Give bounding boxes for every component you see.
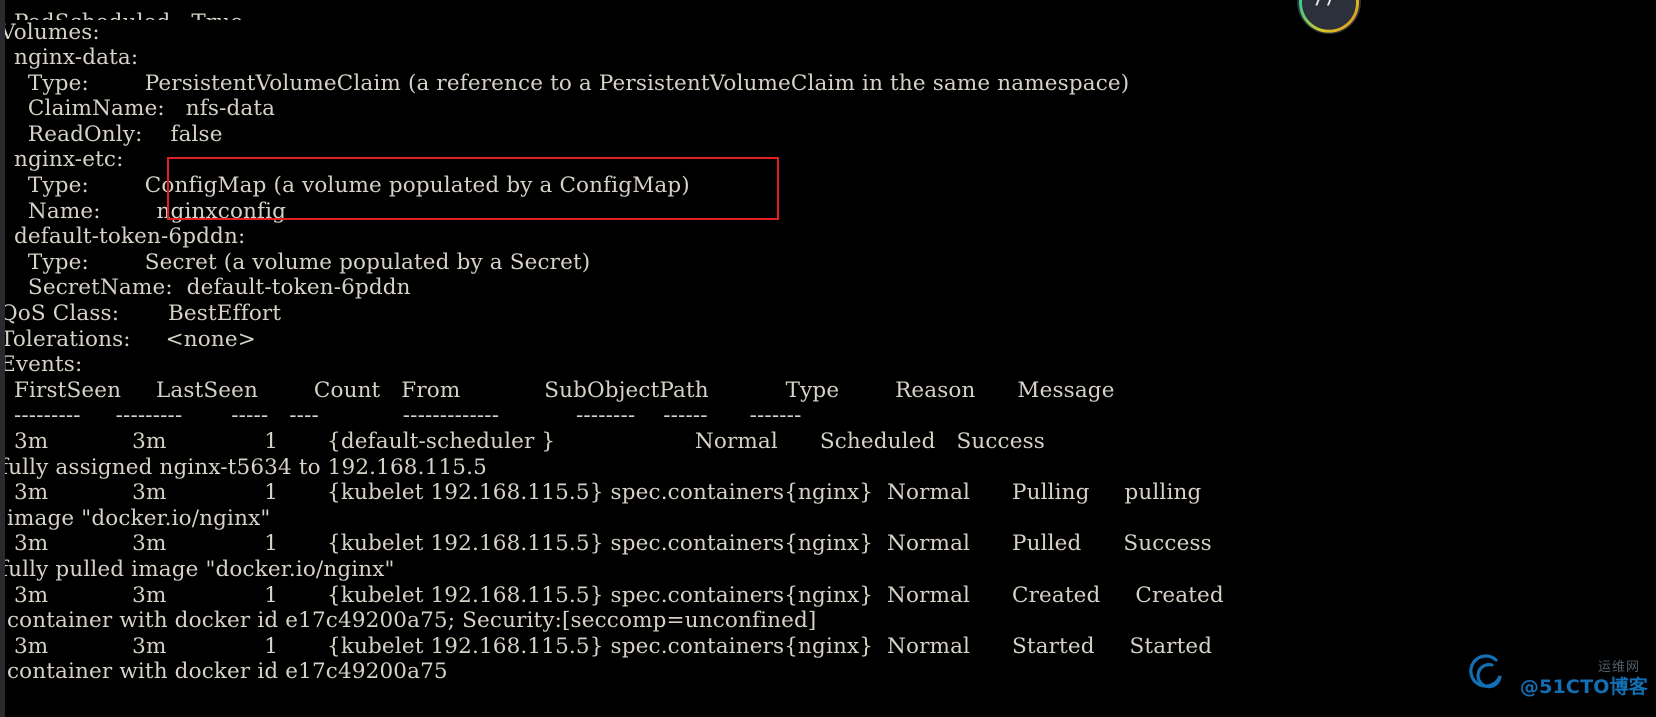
table-row-wrap: fully pulled image "docker.io/nginx" bbox=[0, 556, 395, 582]
console-line-qos-class: QoS Class: BestEffort bbox=[0, 301, 282, 327]
console-line-default-token-secretname: SecretName: default-token-6pddn bbox=[0, 275, 411, 301]
console-line-nginx-data-readonly: ReadOnly: false bbox=[0, 121, 223, 147]
console-line-nginx-etc-name: Name: nginxconfig bbox=[0, 198, 287, 224]
console-line-volume-nginx-etc: nginx-etc: bbox=[0, 147, 124, 173]
console-line: PodScheduled True bbox=[0, 10, 1656, 20]
gauge-unit: % bbox=[1336, 0, 1346, 1]
table-row-wrap: image "docker.io/nginx" bbox=[0, 505, 271, 531]
console-line-nginx-etc-type: Type: ConfigMap (a volume populated by a… bbox=[0, 173, 690, 199]
console-line-volume-default-token: default-token-6pddn: bbox=[0, 224, 246, 250]
gauge-value: 77 bbox=[1312, 0, 1336, 10]
table-row: 3m 3m 1 {kubelet 192.168.115.5} spec.con… bbox=[0, 531, 1212, 557]
gauge-value-label: 77% bbox=[1297, 0, 1361, 10]
console-line-nginx-data-claimname: ClaimName: nfs-data bbox=[0, 96, 276, 122]
console-line-default-token-type: Type: Secret (a volume populated by a Se… bbox=[0, 249, 591, 275]
table-row-wrap: container with docker id e17c49200a75; S… bbox=[0, 608, 817, 634]
terminal-window[interactable]: PodScheduled TrueVolumes: nginx-data: Ty… bbox=[0, 0, 1656, 717]
table-row-wrap: fully assigned nginx-t5634 to 192.168.11… bbox=[0, 454, 487, 480]
events-table-rule-row: --------- --------- ----- ---- ---------… bbox=[0, 403, 802, 429]
terminal-output: PodScheduled TrueVolumes: nginx-data: Ty… bbox=[0, 10, 1656, 717]
console-line-nginx-data-type: Type: PersistentVolumeClaim (a reference… bbox=[0, 70, 1130, 96]
console-line-volumes-label: Volumes: bbox=[0, 19, 100, 45]
table-row: 3m 3m 1 {kubelet 192.168.115.5} spec.con… bbox=[0, 480, 1202, 506]
cpu-usage-gauge-widget[interactable]: 77% bbox=[1297, 0, 1361, 34]
console-line-tolerations: Tolerations: <none> bbox=[0, 326, 256, 352]
console-line-events-label: Events: bbox=[0, 352, 83, 378]
table-row: 3m 3m 1 {default-scheduler } Normal Sche… bbox=[0, 429, 1045, 454]
table-row-wrap: container with docker id e17c49200a75 bbox=[0, 659, 448, 685]
console-line-volume-nginx-data: nginx-data: bbox=[0, 45, 139, 71]
table-row: 3m 3m 1 {kubelet 192.168.115.5} spec.con… bbox=[0, 633, 1213, 659]
table-row: 3m 3m 1 {kubelet 192.168.115.5} spec.con… bbox=[0, 582, 1224, 608]
terminal-left-gutter bbox=[0, 0, 5, 717]
events-table-header-row: FirstSeen LastSeen Count From SubObjectP… bbox=[0, 377, 1115, 403]
